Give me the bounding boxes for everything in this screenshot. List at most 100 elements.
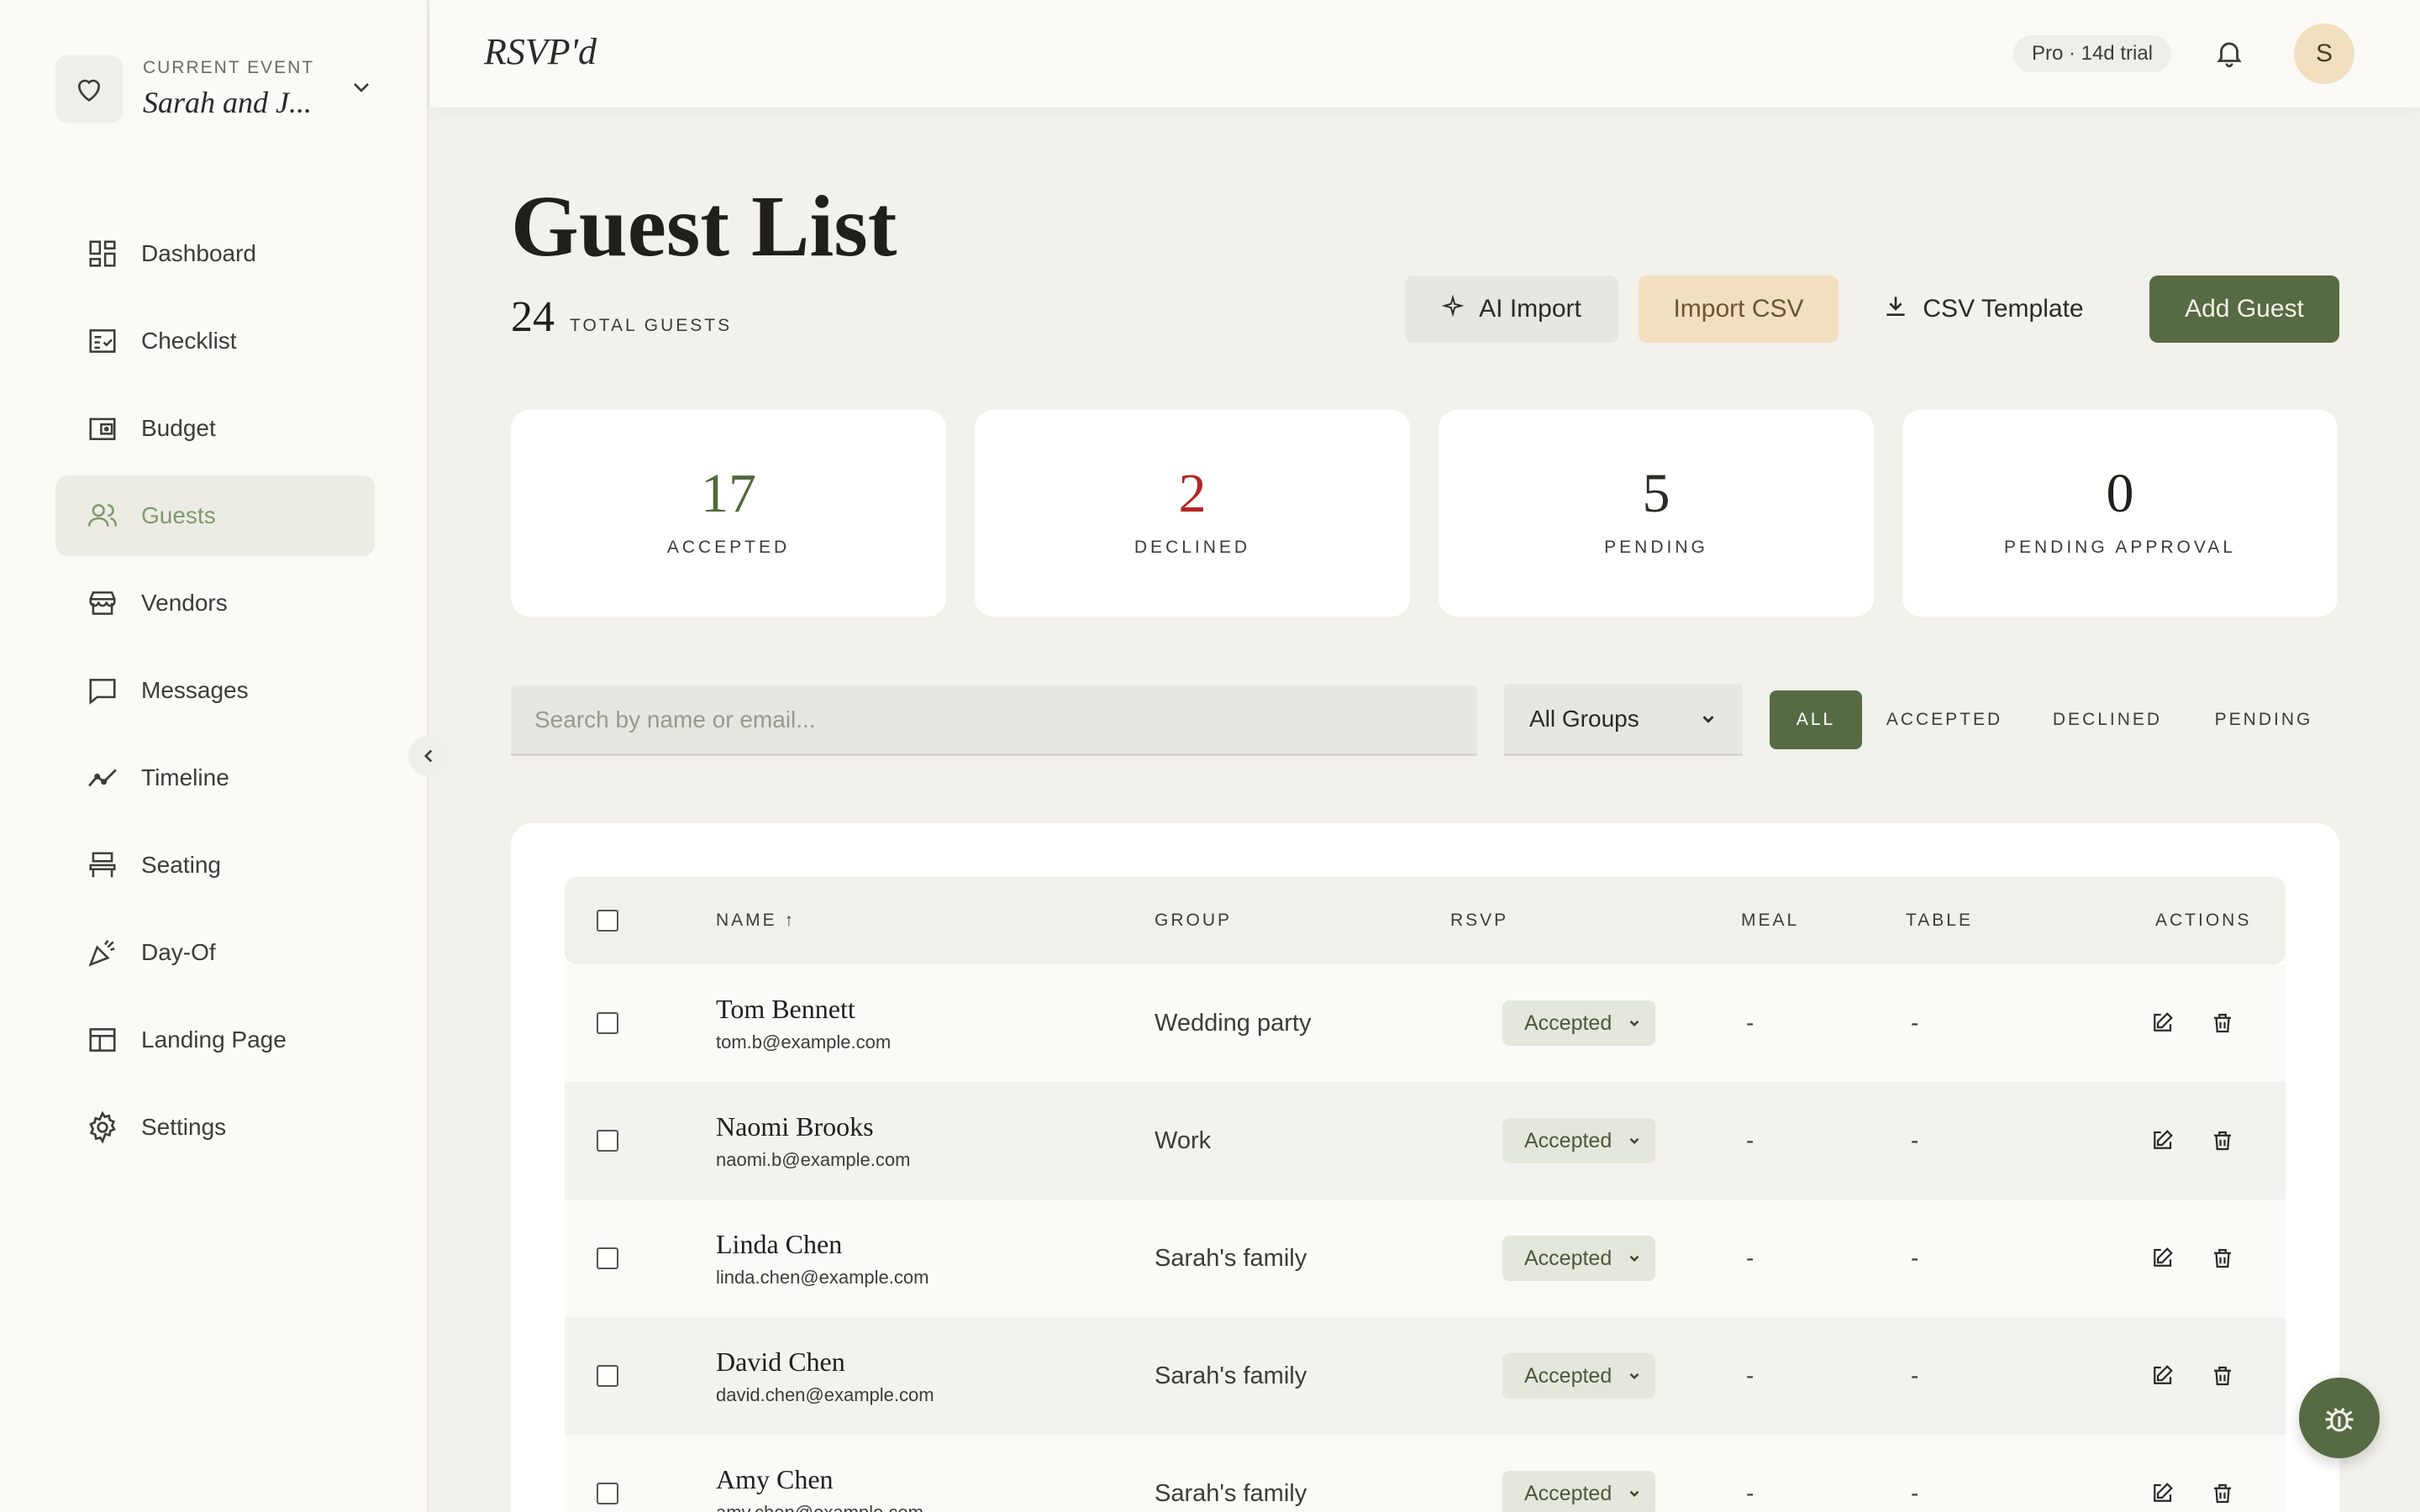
select-all-checkbox[interactable] — [597, 910, 618, 932]
column-header-meal[interactable]: MEAL — [1741, 877, 1799, 964]
avatar[interactable]: S — [2294, 24, 2354, 84]
sidebar-item-label: Messages — [141, 677, 249, 703]
guest-meal: - — [1746, 1127, 1754, 1153]
guest-group: Work — [1155, 1126, 1212, 1154]
delete-icon[interactable] — [2210, 1082, 2235, 1200]
stat-card-pending: 5 PENDING — [1439, 410, 1874, 617]
guest-meal: - — [1746, 1362, 1754, 1389]
sidebar-item-label: Dashboard — [141, 240, 256, 266]
row-checkbox[interactable] — [597, 1130, 618, 1152]
stat-value: 2 — [1178, 463, 1207, 524]
sidebar-item-day-of[interactable]: Day-Of — [55, 912, 375, 993]
column-header-group[interactable]: GROUP — [1155, 877, 1232, 964]
table-row[interactable]: Tom Bennett tom.b@example.com Wedding pa… — [565, 964, 2286, 1082]
table-row[interactable]: Linda Chen linda.chen@example.com Sarah'… — [565, 1200, 2286, 1317]
sidebar-item-vendors[interactable]: Vendors — [55, 563, 375, 643]
sidebar-item-label: Timeline — [141, 764, 229, 790]
chevron-down-icon — [1629, 1020, 1639, 1027]
delete-icon[interactable] — [2210, 964, 2235, 1082]
sidebar-item-dashboard[interactable]: Dashboard — [55, 213, 375, 294]
csv-template-label: CSV Template — [1923, 295, 2084, 323]
guest-meal: - — [1746, 1480, 1754, 1506]
delete-icon[interactable] — [2210, 1435, 2235, 1512]
collapse-sidebar-button[interactable] — [408, 736, 449, 776]
sidebar-item-seating[interactable]: Seating — [55, 825, 375, 906]
sidebar-item-landing-page[interactable]: Landing Page — [55, 1000, 375, 1080]
chevron-down-icon — [1629, 1137, 1639, 1145]
sidebar-item-budget[interactable]: Budget — [55, 388, 375, 469]
delete-icon[interactable] — [2210, 1317, 2235, 1435]
csv-template-button[interactable]: CSV Template — [1865, 276, 2101, 343]
chevron-down-icon — [1702, 715, 1714, 723]
rsvp-value: Accepted — [1524, 1481, 1612, 1505]
rsvp-select[interactable]: Accepted — [1502, 1236, 1655, 1281]
rsvp-select[interactable]: Accepted — [1502, 1118, 1655, 1163]
guest-name: David Chen — [716, 1346, 845, 1377]
edit-icon[interactable] — [2149, 1200, 2175, 1317]
chair-icon — [84, 847, 121, 884]
rsvp-value: Accepted — [1524, 1011, 1612, 1035]
trial-badge[interactable]: Pro · 14d trial — [2012, 35, 2171, 72]
row-checkbox[interactable] — [597, 1012, 618, 1034]
sidebar-item-guests[interactable]: Guests — [55, 475, 375, 556]
wallet-icon — [84, 410, 121, 447]
sidebar-item-checklist[interactable]: Checklist — [55, 301, 375, 381]
sidebar-item-label: Vendors — [141, 590, 228, 616]
row-checkbox[interactable] — [597, 1247, 618, 1269]
edit-icon[interactable] — [2149, 964, 2175, 1082]
table-row[interactable]: David Chen david.chen@example.com Sarah'… — [565, 1317, 2286, 1435]
chevron-down-icon — [1629, 1255, 1639, 1263]
row-checkbox[interactable] — [597, 1483, 618, 1504]
rsvp-select[interactable]: Accepted — [1502, 1353, 1655, 1399]
table-row[interactable]: Naomi Brooks naomi.b@example.com Work Ac… — [565, 1082, 2286, 1200]
brand-logo[interactable]: RSVP'd — [484, 30, 597, 73]
import-csv-button[interactable]: Import CSV — [1639, 276, 1839, 343]
edit-icon[interactable] — [2149, 1082, 2175, 1200]
column-header-name[interactable]: NAME ↑ — [716, 877, 796, 964]
ai-import-button[interactable]: AI Import — [1405, 276, 1618, 343]
download-icon — [1882, 292, 1909, 326]
rsvp-select[interactable]: Accepted — [1502, 1471, 1655, 1512]
guest-email: david.chen@example.com — [716, 1383, 934, 1405]
trend-icon — [84, 759, 121, 796]
filter-tab-all[interactable]: ALL — [1770, 690, 1862, 749]
filter-tab-pending[interactable]: PENDING — [2203, 690, 2324, 749]
event-switcher[interactable]: CURRENT EVENT Sarah and J... — [55, 54, 375, 124]
gear-icon — [84, 1109, 121, 1146]
bug-report-button[interactable] — [2299, 1378, 2380, 1458]
column-header-actions: ACTIONS — [2155, 911, 2252, 930]
rsvp-select[interactable]: Accepted — [1502, 1000, 1655, 1046]
delete-icon[interactable] — [2210, 1200, 2235, 1317]
stat-value: 0 — [2106, 463, 2134, 524]
ai-import-label: AI Import — [1479, 295, 1581, 323]
filter-tab-accepted[interactable]: ACCEPTED — [1879, 690, 2010, 749]
users-icon — [84, 497, 121, 534]
edit-icon[interactable] — [2149, 1435, 2175, 1512]
total-guests: 24 TOTAL GUESTS — [511, 292, 732, 342]
table-row[interactable]: Amy Chen amy.chen@example.com Sarah's fa… — [565, 1435, 2286, 1512]
sidebar-item-messages[interactable]: Messages — [55, 650, 375, 731]
guest-table: - — [1911, 1127, 1919, 1153]
row-checkbox[interactable] — [597, 1365, 618, 1387]
search-input[interactable] — [511, 685, 1477, 756]
bell-icon[interactable] — [2213, 37, 2245, 73]
chevron-left-icon — [424, 749, 433, 763]
column-header-rsvp[interactable]: RSVP — [1450, 877, 1508, 964]
filter-tab-declined[interactable]: DECLINED — [2045, 690, 2170, 749]
stat-label: DECLINED — [1134, 538, 1251, 557]
chevron-down-icon — [348, 74, 375, 105]
guest-name: Amy Chen — [716, 1463, 834, 1494]
sparkle-icon — [1441, 294, 1465, 323]
stat-label: PENDING — [1604, 538, 1708, 557]
rsvp-value: Accepted — [1524, 1363, 1612, 1388]
guest-group: Wedding party — [1155, 1009, 1312, 1037]
column-header-table[interactable]: TABLE — [1906, 877, 1973, 964]
guest-email: tom.b@example.com — [716, 1031, 892, 1053]
sidebar-item-settings[interactable]: Settings — [55, 1087, 375, 1168]
group-select[interactable]: All Groups — [1504, 684, 1743, 756]
guest-table: - — [1911, 1362, 1919, 1389]
sidebar-item-timeline[interactable]: Timeline — [55, 738, 375, 818]
edit-icon[interactable] — [2149, 1317, 2175, 1435]
add-guest-button[interactable]: Add Guest — [2149, 276, 2339, 343]
total-guests-label: TOTAL GUESTS — [570, 316, 733, 335]
